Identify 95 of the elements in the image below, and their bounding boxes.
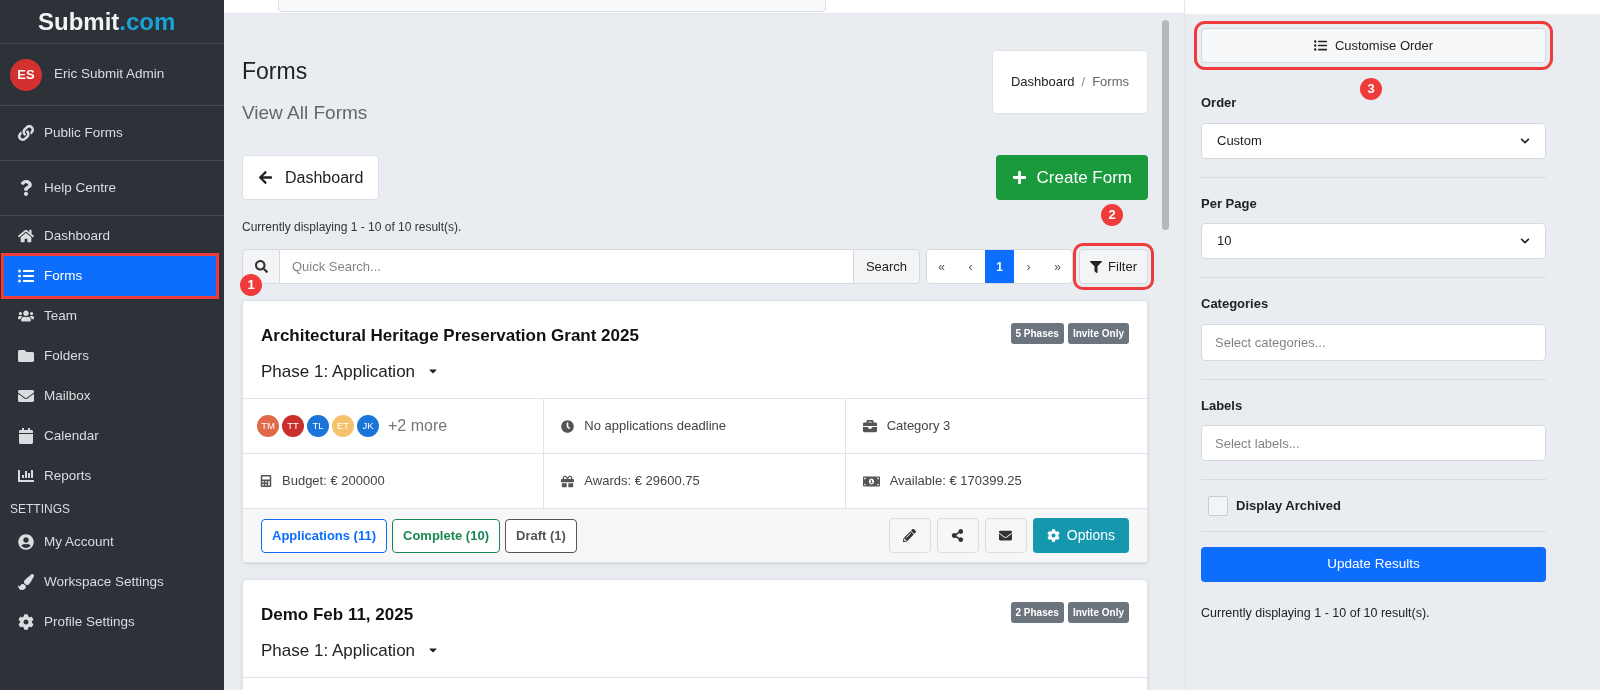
status-button[interactable]: Draft (1) [505, 518, 577, 553]
arrow-left-icon [258, 170, 273, 185]
sidebar-item[interactable]: Forms [4, 256, 216, 296]
labels-field[interactable]: Select labels... [1201, 425, 1546, 461]
search-icon [254, 260, 268, 273]
gift-icon [561, 474, 575, 488]
clock-icon [561, 419, 575, 433]
field-label: Labels [1201, 396, 1244, 415]
edit-button[interactable] [888, 518, 931, 553]
phase-dropdown[interactable]: Phase 1: Application [261, 637, 440, 663]
field-label: Per Page [1201, 194, 1258, 213]
email-button[interactable] [984, 518, 1027, 553]
sidebar-item[interactable]: My Account [0, 522, 224, 562]
per-page-select[interactable]: 10 [1201, 223, 1546, 259]
breadcrumb-link[interactable]: Forms [1092, 72, 1129, 92]
user-name[interactable]: Eric Submit Admin [54, 64, 165, 85]
section-heading: SETTINGS [10, 501, 70, 518]
home-icon [18, 228, 34, 244]
chevron-down-icon [1520, 236, 1530, 246]
field-label: Categories [1201, 295, 1270, 313]
field-label: Order [1201, 94, 1238, 112]
sidebar-item[interactable]: Dashboard [0, 216, 224, 256]
share-button[interactable] [936, 518, 979, 553]
share-icon [951, 529, 965, 542]
sidebar-item[interactable]: Calendar [0, 416, 224, 456]
folder-icon [18, 348, 34, 364]
user-avatar: ES [10, 58, 42, 91]
pencil-icon [903, 529, 917, 542]
result-summary: Currently displaying 1 - 10 of 10 result(s). [1201, 605, 1431, 622]
quick-search-field[interactable]: Quick Search... [280, 249, 854, 284]
back-button[interactable]: Dashboard [242, 155, 380, 200]
form-title[interactable]: Demo Feb 11, 2025 [261, 602, 440, 628]
budget-text: Budget: € 200000 [282, 472, 385, 491]
breadcrumb-separator: / [1081, 73, 1086, 92]
page-button[interactable]: ‹ [956, 250, 986, 283]
create-form-button[interactable]: Create Form [995, 155, 1148, 200]
order-select[interactable]: Custom [1201, 122, 1546, 159]
envelope-icon [999, 529, 1013, 542]
calculator-icon [260, 475, 272, 487]
list-icon [1313, 39, 1327, 52]
logo[interactable]: Submit.com [38, 9, 176, 34]
available-text: Available: € 170399.25 [889, 472, 1022, 491]
bar-chart-icon [18, 468, 34, 484]
category-text: Category 3 [886, 417, 951, 436]
form-badge: Invite Only [1067, 602, 1129, 623]
more-members[interactable]: +2 more [388, 414, 448, 438]
checkbox-label: Display Archived [1236, 496, 1341, 515]
calendar-icon [18, 428, 34, 444]
page-button[interactable]: 1 [985, 250, 1015, 283]
sidebar-item[interactable]: Reports [0, 456, 224, 496]
sidebar-item[interactable]: Mailbox [0, 376, 224, 416]
callout-number: 2 [1101, 204, 1124, 226]
sidebar-item[interactable]: Profile Settings [0, 602, 224, 642]
scrollbar[interactable] [1161, 20, 1169, 230]
deadline-text: No applications deadline [584, 417, 726, 436]
sidebar-item[interactable]: Public Forms [0, 113, 224, 153]
settings-icon [18, 614, 34, 630]
form-badge: 2 Phases [1010, 602, 1064, 623]
categories-field[interactable]: Select categories... [1201, 323, 1546, 361]
status-button[interactable]: Complete (10) [392, 518, 500, 553]
list-icon [18, 268, 34, 284]
sidebar-item[interactable]: Workspace Settings [0, 562, 224, 602]
search-button[interactable]: Search [852, 249, 921, 284]
page-title: Forms [242, 57, 309, 86]
phase-dropdown[interactable]: Phase 1: Application [261, 358, 639, 384]
page-button[interactable]: » [1043, 250, 1073, 283]
form-title[interactable]: Architectural Heritage Preservation Grant 2025 [261, 323, 639, 349]
page-subtitle: View All Forms [242, 100, 368, 125]
member-avatar[interactable]: JK [357, 415, 379, 437]
sidebar-item[interactable]: Team [0, 296, 224, 336]
sidebar-item[interactable]: Help Centre [0, 168, 224, 208]
form-badge: Invite Only [1067, 323, 1129, 344]
checkbox[interactable] [1208, 495, 1228, 516]
result-summary: Currently displaying 1 - 10 of 10 result(s). [242, 219, 463, 236]
member-avatar[interactable]: TL [307, 415, 329, 437]
sidebar-item[interactable]: Folders [0, 336, 224, 376]
callout-number: 3 [1360, 78, 1382, 100]
page-button[interactable]: › [1014, 250, 1044, 283]
awards-text: Awards: € 29600.75 [584, 472, 700, 491]
update-results-button[interactable]: Update Results [1201, 547, 1546, 582]
page-button[interactable]: « [927, 250, 957, 283]
status-button[interactable]: Applications (11) [261, 518, 388, 553]
paintbrush-icon [18, 574, 34, 590]
filter-icon [1090, 260, 1103, 273]
envelope-icon [18, 388, 34, 404]
help-icon [18, 180, 34, 196]
team-icon [18, 308, 34, 324]
plus-icon [1011, 170, 1027, 185]
form-badge: 5 Phases [1010, 323, 1064, 344]
member-avatar[interactable]: TT [282, 415, 304, 437]
settings-icon [1046, 529, 1060, 542]
link-icon [18, 125, 34, 141]
breadcrumb-link[interactable]: Dashboard [1010, 72, 1075, 92]
briefcase-icon [862, 419, 877, 433]
chevron-down-icon [1520, 135, 1530, 146]
